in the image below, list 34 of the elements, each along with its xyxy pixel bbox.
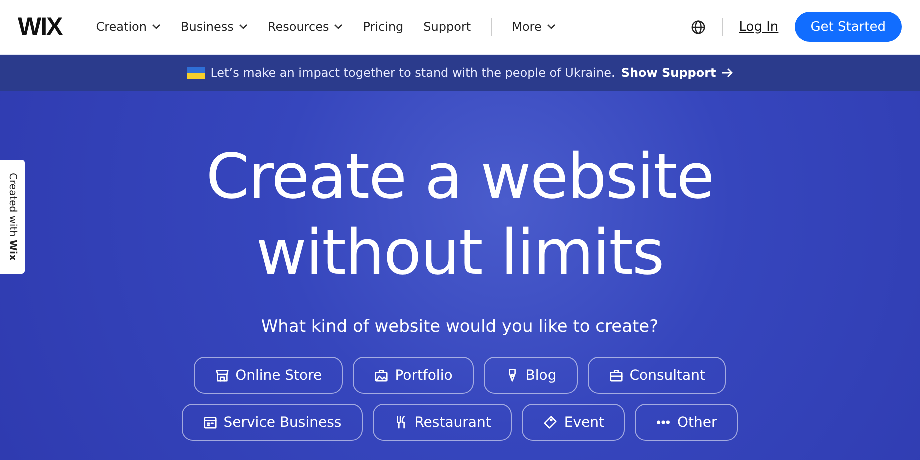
image-case-icon [374,368,390,383]
login-link[interactable]: Log In [739,20,779,34]
store-icon [214,368,230,383]
nav-menu-item[interactable]: Pricing [363,20,404,34]
arrow-right-icon [721,68,734,78]
category-chip[interactable]: Service Business [182,404,363,441]
globe-icon[interactable] [691,20,706,34]
briefcase-icon [608,368,624,383]
category-chip[interactable]: Other [635,404,738,441]
hero-subtitle: What kind of website would you like to create? [261,317,659,337]
chevron-down-icon [546,24,556,30]
hero-title: Create a website without limits [206,139,714,291]
created-with-tab[interactable]: Created with Wix [0,160,25,274]
calendar-icon [202,415,218,430]
nav-menu-item[interactable]: Business [181,20,248,34]
nav-menu-item[interactable]: Support [424,20,472,34]
get-started-button[interactable]: Get Started [794,12,902,42]
logo[interactable]: WIX [18,12,62,42]
category-chip[interactable]: Restaurant [372,404,512,441]
category-chip[interactable]: Online Store [194,357,344,394]
chevron-down-icon [152,24,161,30]
show-support-link[interactable]: Show Support [621,66,734,80]
category-chip[interactable]: Portfolio [353,357,474,394]
nav-menu-item[interactable]: More [512,20,556,34]
banner-text: Let’s make an impact together to stand with the people of Ukraine. [210,66,616,80]
nav-menu-item[interactable]: Creation [96,20,161,34]
category-chip[interactable]: Consultant [588,357,726,394]
category-chip[interactable]: Event [522,404,626,441]
chevron-down-icon [238,24,248,30]
chevron-down-icon [334,24,344,30]
category-chip[interactable]: Blog [484,357,578,394]
nav-menu-item[interactable]: Resources [268,20,344,34]
ticket-icon [543,415,558,430]
flag-icon [186,67,205,79]
